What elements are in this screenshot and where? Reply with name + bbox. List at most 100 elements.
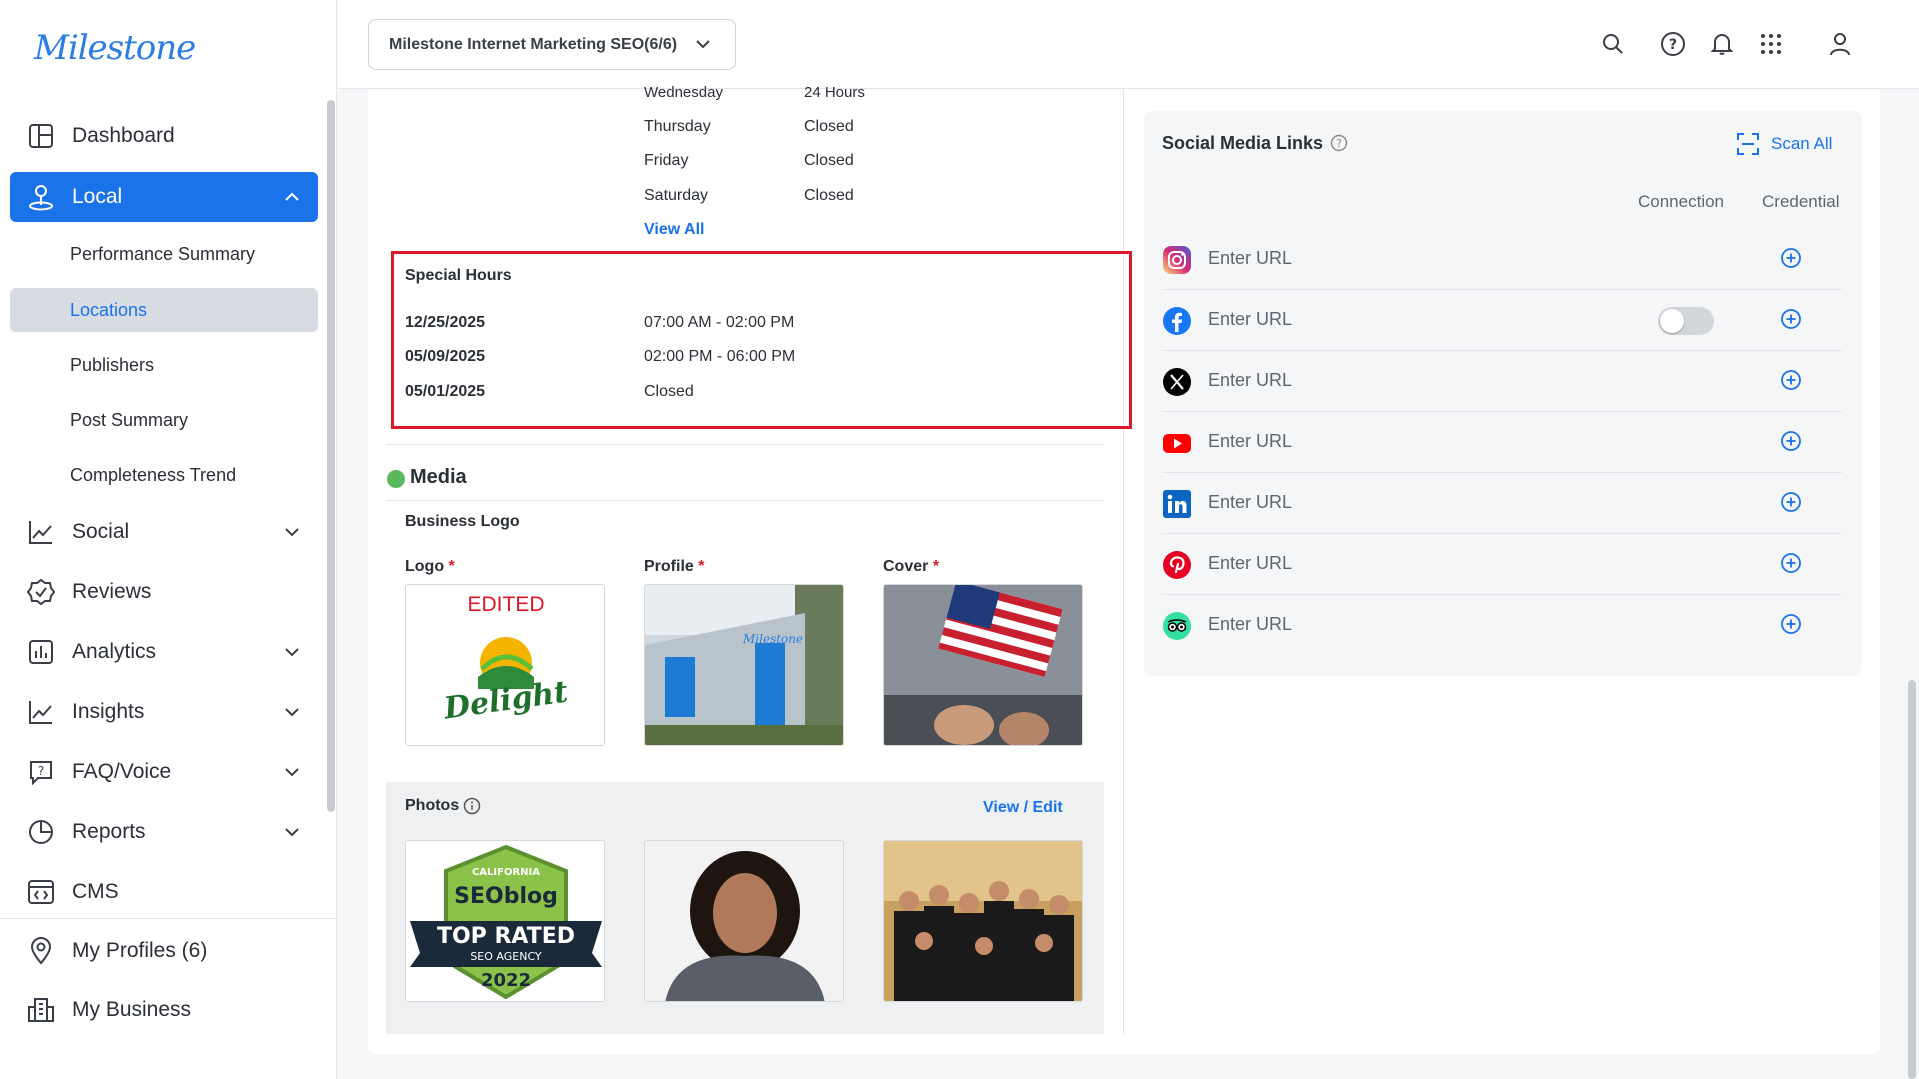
add-credential-icon[interactable] [1779, 612, 1803, 636]
sidebar-subitem-label: Publishers [70, 354, 155, 375]
badge-line1-text: TOP RATED [437, 924, 575, 949]
chevron-up-icon[interactable] [280, 185, 304, 209]
sidebar-item-cms[interactable]: CMS [10, 867, 318, 917]
apps-grid-icon[interactable] [1757, 30, 1785, 58]
connection-column-header: Connection [1638, 192, 1725, 211]
sidebar-item-label: Social [72, 520, 130, 543]
sidebar-subitem-post-summary[interactable]: Post Summary [10, 398, 318, 442]
profile-image[interactable]: Milestone [644, 584, 844, 746]
add-credential-icon[interactable] [1779, 246, 1803, 270]
sidebar-item-analytics[interactable]: Analytics [10, 627, 318, 677]
photo-thumbnail[interactable] [644, 840, 844, 1002]
badge-state-text: CALIFORNIA [472, 867, 540, 878]
sidebar-item-my-business[interactable]: My Business [10, 985, 318, 1035]
view-edit-photos-link[interactable]: View / Edit [983, 799, 1063, 817]
credential-column-header: Credential [1762, 192, 1840, 211]
photo-thumbnail[interactable]: CALIFORNIA SEOblog TOP RATED SEO AGENCY … [405, 840, 605, 1002]
cover-image[interactable] [883, 584, 1083, 746]
facebook-url-input[interactable]: Enter URL [1208, 309, 1292, 330]
sidebar-item-reports[interactable]: Reports [10, 807, 318, 857]
trend-icon [26, 697, 56, 727]
social-row-youtube: Enter URL [1162, 412, 1842, 473]
top-rated-badge: CALIFORNIA SEOblog TOP RATED SEO AGENCY … [406, 841, 604, 1001]
check-badge-icon [26, 577, 56, 607]
social-row-instagram: Enter URL [1162, 229, 1842, 290]
add-credential-icon[interactable] [1779, 490, 1803, 514]
special-hours-date: 12/25/2025 [405, 314, 486, 331]
building-sign-text: Milestone [742, 632, 803, 646]
help-icon[interactable]: ? [1659, 30, 1687, 58]
user-icon[interactable] [1826, 30, 1854, 58]
scan-all-button[interactable]: Scan All [1771, 134, 1832, 154]
chevron-down-icon[interactable] [280, 640, 304, 664]
sidebar-item-social[interactable]: Social [10, 507, 318, 557]
sidebar-item-label: Insights [72, 700, 145, 723]
youtube-url-input[interactable]: Enter URL [1208, 431, 1292, 452]
add-credential-icon[interactable] [1779, 307, 1803, 331]
svg-text:?: ? [1336, 137, 1342, 150]
sidebar-item-faq-voice[interactable]: ? FAQ/Voice [10, 747, 318, 797]
sidebar-item-label: FAQ/Voice [72, 760, 172, 783]
add-credential-icon[interactable] [1779, 368, 1803, 392]
account-selector[interactable]: Milestone Internet Marketing SEO(6/6) [368, 19, 736, 70]
badge-year-text: 2022 [481, 970, 531, 991]
info-icon[interactable] [463, 797, 481, 815]
sidebar-item-label: Analytics [72, 640, 157, 663]
x-url-input[interactable]: Enter URL [1208, 370, 1292, 391]
sidebar-subitem-publishers[interactable]: Publishers [10, 343, 318, 387]
photo-thumbnail[interactable] [883, 840, 1083, 1002]
scan-icon[interactable] [1736, 132, 1760, 156]
chevron-down-icon[interactable] [280, 820, 304, 844]
logo-image[interactable]: EDITED Delight [405, 584, 605, 746]
faq-icon: ? [26, 757, 56, 787]
brand-logo[interactable]: Milestone [34, 28, 196, 68]
sidebar-item-dashboard[interactable]: Dashboard [10, 111, 318, 161]
connection-toggle[interactable] [1658, 307, 1714, 335]
sidebar: Milestone Dashboard Local Performance Su… [0, 0, 337, 1079]
hours-day: Wednesday [644, 84, 723, 101]
special-hours-date: 05/01/2025 [405, 383, 486, 400]
flag-photo [884, 585, 1082, 745]
add-credential-icon[interactable] [1779, 551, 1803, 575]
bell-icon[interactable] [1708, 30, 1736, 58]
sidebar-item-label: Reviews [72, 580, 152, 603]
svg-text:?: ? [1669, 37, 1677, 53]
hours-day: Friday [644, 152, 689, 169]
sidebar-item-insights[interactable]: Insights [10, 687, 318, 737]
hours-value: 24 Hours [804, 84, 865, 101]
sidebar-scrollbar[interactable] [327, 100, 335, 812]
help-icon[interactable]: ? [1330, 134, 1348, 152]
building-icon [26, 995, 56, 1025]
tripadvisor-icon [1162, 611, 1192, 641]
sidebar-subitem-locations[interactable]: Locations [10, 288, 318, 332]
bar-chart-icon [26, 637, 56, 667]
search-icon[interactable] [1599, 30, 1627, 58]
media-section-title: Media [410, 466, 467, 488]
sidebar-item-my-profiles[interactable]: My Profiles (6) [10, 926, 318, 976]
divider [386, 500, 1104, 501]
location-pin-icon [26, 182, 56, 212]
sidebar-subitem-performance-summary[interactable]: Performance Summary [10, 232, 318, 276]
sidebar-item-label: My Business [72, 998, 192, 1021]
chevron-down-icon[interactable] [280, 700, 304, 724]
sidebar-item-local[interactable]: Local [10, 172, 318, 222]
linkedin-url-input[interactable]: Enter URL [1208, 492, 1292, 513]
photos-label: Photos [405, 797, 460, 814]
sidebar-item-label: Dashboard [72, 124, 175, 147]
dashboard-icon [26, 121, 56, 151]
chevron-down-icon [693, 34, 713, 59]
sidebar-item-reviews[interactable]: Reviews [10, 567, 318, 617]
special-hours-value: 07:00 AM - 02:00 PM [644, 314, 795, 331]
hours-value: Closed [804, 152, 854, 169]
page-scrollbar[interactable] [1908, 680, 1916, 1079]
tripadvisor-url-input[interactable]: Enter URL [1208, 614, 1292, 635]
add-credential-icon[interactable] [1779, 429, 1803, 453]
sidebar-subitem-completeness-trend[interactable]: Completeness Trend [10, 453, 318, 497]
instagram-url-input[interactable]: Enter URL [1208, 248, 1292, 269]
view-all-hours-link[interactable]: View All [644, 221, 704, 239]
chevron-down-icon[interactable] [280, 760, 304, 784]
social-row-facebook: Enter URL [1162, 290, 1842, 351]
special-hours-value: 02:00 PM - 06:00 PM [644, 348, 796, 365]
pinterest-url-input[interactable]: Enter URL [1208, 553, 1292, 574]
chevron-down-icon[interactable] [280, 520, 304, 544]
